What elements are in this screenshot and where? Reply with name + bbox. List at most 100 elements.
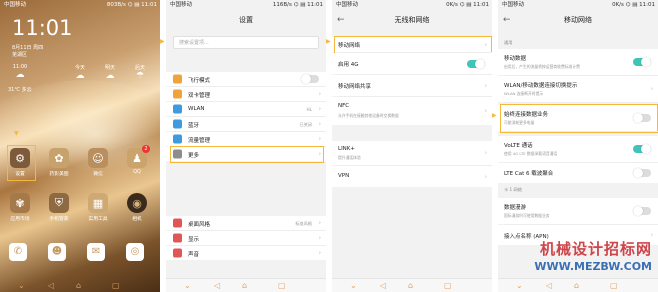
contacts-icon[interactable]: ☻	[48, 243, 66, 261]
bluetooth-icon	[173, 119, 182, 129]
item-label: VPN	[338, 173, 350, 179]
date-label: 8月11日 周四	[12, 45, 44, 51]
app-label: 实用工具	[88, 217, 108, 222]
divider	[504, 131, 658, 132]
sim-card-icon	[173, 89, 182, 99]
app-label: 应用市场	[10, 217, 30, 222]
pointer-down-icon: ▼	[14, 130, 19, 137]
grid-icon: ▦	[88, 193, 108, 213]
nav-bar: ⌄ ◁ ⌂ ▢	[0, 279, 160, 292]
settings-item-home-style[interactable]: 桌面风格 标准风格 ›	[166, 216, 326, 230]
item-value: HL	[306, 107, 312, 112]
down-arrow-icon[interactable]: ⌄	[18, 280, 25, 291]
down-arrow-icon[interactable]: ⌄	[184, 280, 191, 291]
status-bar: 中国移动 0K/s ⌬ ▤ 11:01	[332, 0, 492, 11]
status-right: 0K/s ⌬ ▤ 11:01	[446, 2, 489, 8]
search-input[interactable]: 搜索设置项...	[173, 36, 319, 49]
clock-widget[interactable]: 11:01	[12, 16, 73, 40]
pointer-right-icon: ▶	[326, 38, 331, 45]
app-phone-manager[interactable]: ⛨ 手机管家	[42, 193, 76, 222]
settings-item-sound[interactable]: 声音 ›	[166, 246, 326, 260]
settings-item-dual-sim[interactable]: 双卡管理 ›	[166, 87, 326, 101]
item-label: 移动数据	[504, 56, 527, 62]
down-arrow-icon[interactable]: ⌄	[350, 280, 357, 291]
network-item-enable-4g[interactable]: 启用 4G	[332, 53, 492, 74]
settings-item-display[interactable]: 显示 ›	[166, 231, 326, 245]
item-label: 数据漫游	[504, 205, 527, 211]
app-wechat[interactable]: ☺ 微信	[81, 148, 115, 177]
mobile-network-screen: 中国移动 0K/s ⌬ ▤ 11:01 ← 移动网络 通用 移动数据 启用后，产…	[498, 0, 658, 292]
sound-icon	[173, 248, 182, 258]
app-tools[interactable]: ▦ 实用工具	[81, 193, 115, 222]
app-qq[interactable]: ♟ QQ 2	[120, 145, 154, 175]
item-value: 标准风格	[295, 221, 312, 226]
status-right: 803B/s ⌬ ▤ 11:01	[106, 2, 157, 8]
app-label: 手机管家	[49, 217, 69, 222]
item-label: 启用 4G	[338, 62, 359, 68]
network-item-tethering[interactable]: 移动网络共享 ›	[332, 75, 492, 96]
app-beauty-camera[interactable]: ✿ 药影美图	[42, 148, 76, 177]
wlan-switch-prompt-row[interactable]: WLAN/移动数据连接切换提示 WLAN 连接断开时提示 ›	[498, 76, 658, 102]
chevron-right-icon: ›	[318, 219, 321, 227]
item-label: LINK+	[338, 146, 356, 152]
network-item-vpn[interactable]: VPN ›	[332, 166, 492, 187]
lte-cat6-row[interactable]: LTE Cat 6 载波聚合	[498, 163, 658, 183]
settings-item-bluetooth[interactable]: 蓝牙 已关闭 ›	[166, 117, 326, 131]
status-bar: 中国移动 116B/s ⌬ ▤ 11:01	[166, 0, 326, 11]
back-icon[interactable]: ◁	[380, 280, 386, 291]
enable-4g-toggle[interactable]	[467, 58, 485, 69]
recents-icon[interactable]: ▢	[278, 280, 286, 291]
app-label: 微信	[93, 172, 103, 177]
home-icon[interactable]: ⌂	[76, 280, 81, 291]
chevron-right-icon: ›	[318, 135, 321, 143]
home-icon[interactable]: ⌂	[574, 280, 579, 291]
browser-icon[interactable]: ◎	[126, 243, 144, 261]
page-title: 移动网络	[564, 16, 592, 24]
messages-icon[interactable]: ✉	[87, 243, 105, 261]
chevron-right-icon: ›	[650, 85, 653, 93]
item-label: NFC	[338, 103, 350, 109]
settings-item-data-usage[interactable]: 流量管理 ›	[166, 132, 326, 146]
data-roaming-row[interactable]: 数据漫游 国际漫游时可使用数据业务	[498, 198, 658, 224]
item-label: VoLTE 通话	[504, 143, 533, 149]
camera-icon: ◉	[127, 193, 147, 213]
data-usage-icon	[173, 134, 182, 144]
status-right: 116B/s ⌬ ▤ 11:01	[272, 2, 323, 8]
back-icon[interactable]: ◁	[48, 280, 54, 291]
recents-icon[interactable]: ▢	[112, 280, 120, 291]
network-item-nfc[interactable]: NFC 允许手机在接触其他设备时交换数据 ›	[332, 97, 492, 125]
network-item-link-plus[interactable]: LINK+ 提升通话体验 ›	[332, 141, 492, 165]
chevron-right-icon: ›	[484, 107, 487, 115]
chevron-right-icon: ›	[484, 82, 487, 89]
chevron-right-icon: ›	[484, 173, 487, 180]
home-icon[interactable]: ⌂	[242, 280, 247, 291]
volte-toggle[interactable]	[633, 144, 651, 154]
settings-item-airplane[interactable]: 飞行模式	[166, 72, 326, 86]
settings-item-wlan[interactable]: WLAN HL ›	[166, 102, 326, 116]
app-market[interactable]: ✾ 应用市场	[3, 193, 37, 222]
item-subtitle: 使用 4G LTE 数据承载语音通话	[504, 151, 558, 156]
weather-day-tomorrow: 明天	[104, 65, 115, 71]
app-label: QQ	[133, 170, 141, 175]
recents-icon[interactable]: ▢	[444, 280, 452, 291]
airplane-toggle[interactable]	[301, 74, 319, 84]
back-icon[interactable]: ◁	[546, 280, 552, 291]
home-icon[interactable]: ⌂	[408, 280, 413, 291]
app-label: 药影美图	[49, 172, 69, 177]
back-icon[interactable]: ◁	[214, 280, 220, 291]
data-roaming-toggle[interactable]	[633, 206, 651, 216]
recents-icon[interactable]: ▢	[610, 280, 618, 291]
volte-row[interactable]: VoLTE 通话 使用 4G LTE 数据承载语音通话	[498, 136, 658, 162]
carrier-label: 中国移动	[4, 2, 27, 8]
down-arrow-icon[interactable]: ⌄	[516, 280, 523, 291]
notification-badge: 2	[142, 145, 150, 153]
item-label: 移动网络共享	[338, 84, 372, 90]
mobile-data-row[interactable]: 移动数据 启用后，产生的流量将按运营商收费标准计费	[498, 49, 658, 75]
phone-icon[interactable]: ✆	[9, 243, 27, 261]
status-bar: 中国移动 803B/s ⌬ ▤ 11:01	[0, 0, 160, 11]
weather-day-after: 后天	[134, 65, 145, 71]
item-subtitle: 提升通话体验	[338, 155, 361, 160]
mobile-data-toggle[interactable]	[633, 57, 651, 67]
app-camera[interactable]: ◉ 相机	[120, 193, 154, 222]
lte-cat6-toggle[interactable]	[633, 168, 651, 178]
